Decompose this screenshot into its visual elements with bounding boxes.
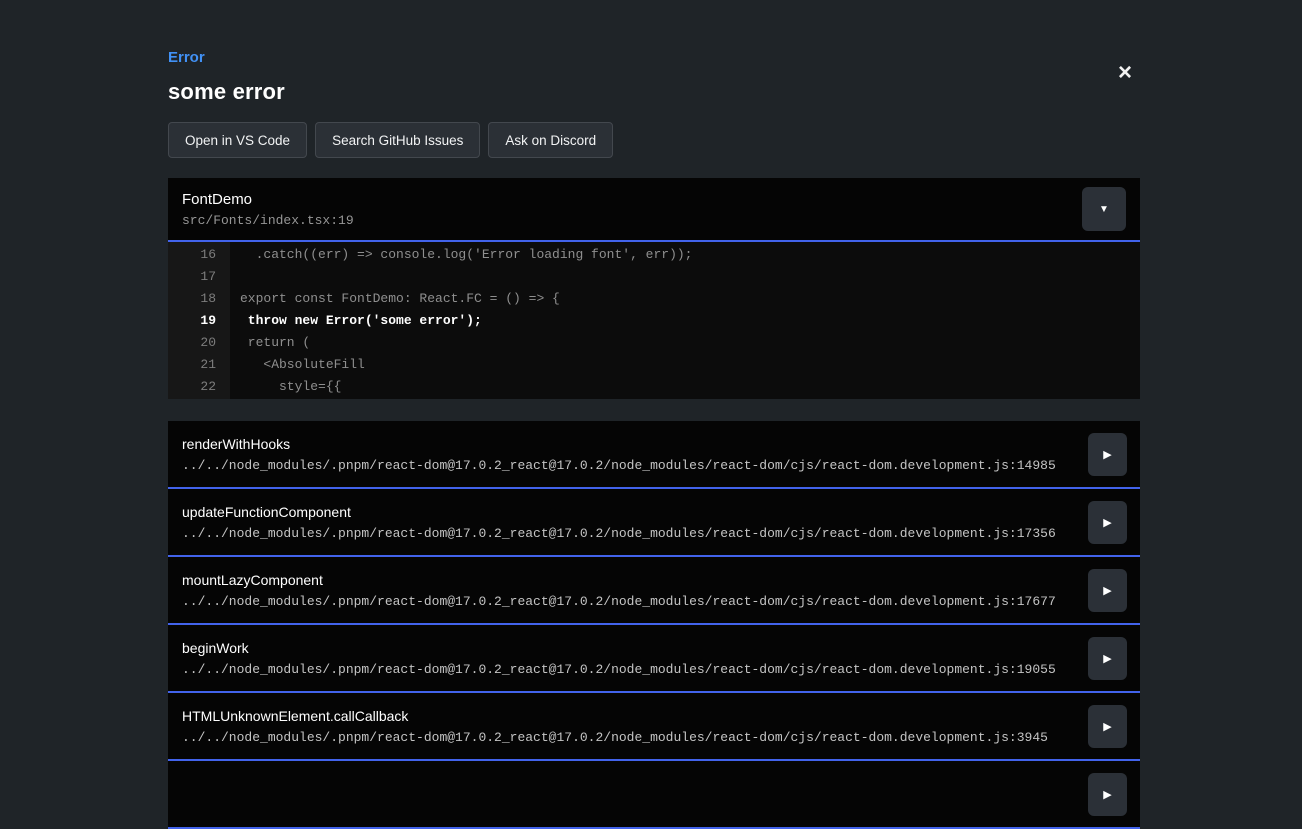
stack-frame-row: updateFunctionComponent ../../node_modul… (168, 489, 1140, 557)
stack-frame-source: ../../node_modules/.pnpm/react-dom@17.0.… (182, 730, 1048, 745)
expand-stack-frame-button[interactable]: ▶ (1088, 569, 1127, 612)
stack-frame-source: ../../node_modules/.pnpm/react-dom@17.0.… (182, 662, 1056, 677)
line-number: 22 (168, 376, 230, 398)
error-overlay-content: Error some error Open in VS Code Search … (168, 0, 1140, 829)
caret-right-icon: ▶ (1103, 584, 1111, 597)
stack-frame-row: mountLazyComponent ../../node_modules/.p… (168, 557, 1140, 625)
stack-frame-source: ../../node_modules/.pnpm/react-dom@17.0.… (182, 458, 1056, 473)
code-line: 20 return ( (168, 332, 1140, 354)
line-source: export const FontDemo: React.FC = () => … (230, 288, 560, 310)
stack-frame-source: ../../node_modules/.pnpm/react-dom@17.0.… (182, 526, 1056, 541)
code-line: 21 <AbsoluteFill (168, 354, 1140, 376)
code-line: 17 (168, 266, 1140, 288)
line-number: 21 (168, 354, 230, 376)
line-source: throw new Error('some error'); (230, 310, 482, 332)
ask-on-discord-button[interactable]: Ask on Discord (488, 122, 613, 158)
line-number: 17 (168, 266, 230, 288)
open-in-vscode-button[interactable]: Open in VS Code (168, 122, 307, 158)
line-number: 16 (168, 244, 230, 266)
stack-frame-row: beginWork ../../node_modules/.pnpm/react… (168, 625, 1140, 693)
action-button-row: Open in VS Code Search GitHub Issues Ask… (168, 122, 1140, 158)
code-line: 18export const FontDemo: React.FC = () =… (168, 288, 1140, 310)
expand-stack-frame-button[interactable]: ▶ (1088, 773, 1127, 816)
stack-frame-row-partial: ▶ (168, 761, 1140, 829)
line-source: <AbsoluteFill (230, 354, 365, 376)
error-type-label: Error (168, 49, 1140, 66)
stack-trace-list: renderWithHooks ../../node_modules/.pnpm… (168, 421, 1140, 829)
code-frame-panel: FontDemo src/Fonts/index.tsx:19 ▼ 16 .ca… (168, 178, 1140, 399)
expand-stack-frame-button[interactable]: ▶ (1088, 637, 1127, 680)
stack-frame-function: HTMLUnknownElement.callCallback (182, 708, 1048, 724)
code-line-highlighted: 19 throw new Error('some error'); (168, 310, 1140, 332)
caret-right-icon: ▶ (1103, 516, 1111, 529)
stack-frame-function: mountLazyComponent (182, 572, 1056, 588)
caret-right-icon: ▶ (1103, 448, 1111, 461)
line-source (230, 266, 240, 288)
stack-frame-function: beginWork (182, 640, 1056, 656)
code-line: 22 style={{ (168, 376, 1140, 398)
stack-frame-row: renderWithHooks ../../node_modules/.pnpm… (168, 421, 1140, 489)
error-message-title: some error (168, 79, 1140, 105)
search-github-issues-button[interactable]: Search GitHub Issues (315, 122, 480, 158)
caret-right-icon: ▶ (1103, 720, 1111, 733)
line-source: .catch((err) => console.log('Error loadi… (230, 244, 692, 266)
line-number: 19 (168, 310, 230, 332)
caret-right-icon: ▶ (1103, 652, 1111, 665)
stack-frame-function: renderWithHooks (182, 436, 1056, 452)
component-name: FontDemo (182, 191, 354, 208)
line-source: return ( (230, 332, 310, 354)
expand-stack-frame-button[interactable]: ▶ (1088, 433, 1127, 476)
code-line: 16 .catch((err) => console.log('Error lo… (168, 244, 1140, 266)
stack-frame-source: ../../node_modules/.pnpm/react-dom@17.0.… (182, 594, 1056, 609)
stack-frame-function: updateFunctionComponent (182, 504, 1056, 520)
expand-stack-frame-button[interactable]: ▶ (1088, 501, 1127, 544)
line-number: 20 (168, 332, 230, 354)
stack-frame-row: HTMLUnknownElement.callCallback ../../no… (168, 693, 1140, 761)
code-snippet: 16 .catch((err) => console.log('Error lo… (168, 242, 1140, 399)
line-number: 18 (168, 288, 230, 310)
caret-down-icon: ▼ (1099, 204, 1109, 215)
expand-stack-frame-button[interactable]: ▶ (1088, 705, 1127, 748)
caret-right-icon: ▶ (1103, 788, 1111, 801)
line-source: style={{ (230, 376, 341, 398)
source-location: src/Fonts/index.tsx:19 (182, 213, 354, 228)
code-frame-header: FontDemo src/Fonts/index.tsx:19 ▼ (168, 178, 1140, 242)
collapse-code-button[interactable]: ▼ (1082, 187, 1126, 231)
